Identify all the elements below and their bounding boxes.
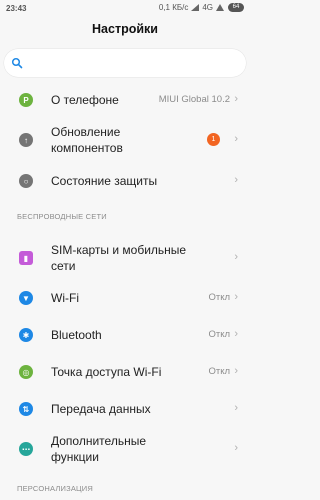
settings-item-label: Обновление компонентов <box>51 125 123 155</box>
settings-item-label: SIM-карты и мобильные сети <box>51 243 187 273</box>
settings-item-value: MIUI Global 10.2 <box>158 94 230 105</box>
network-type: 4G <box>202 3 213 12</box>
settings-item-label: Дополнительные функции <box>51 434 146 464</box>
settings-item-label: Состояние защиты <box>51 174 158 188</box>
chevron-right-icon: › <box>234 291 238 303</box>
status-indicators: 0,1 КБ/с 4G 64 <box>159 3 244 12</box>
settings-item-value: Откл <box>208 366 230 377</box>
page-title: Настройки <box>92 22 158 36</box>
section-header-personalization: ПЕРСОНАЛИЗАЦИЯ <box>17 484 93 493</box>
phone-info-icon: P <box>19 93 33 107</box>
section-header-wireless: БЕСПРОВОДНЫЕ СЕТИ <box>17 212 107 221</box>
settings-item-data-transfer[interactable]: ⇅ Передача данных › <box>0 395 250 423</box>
settings-item-label: Wi-Fi <box>51 291 79 305</box>
more-icon: ⋯ <box>19 442 33 456</box>
search-input[interactable] <box>4 49 246 77</box>
bluetooth-icon: ✱ <box>19 328 33 342</box>
settings-item-component-update[interactable]: ↑ Обновление компонентов 1 › <box>0 122 250 158</box>
shield-icon: ○ <box>19 174 33 188</box>
settings-item-additional-functions[interactable]: ⋯ Дополнительные функции › <box>0 431 250 467</box>
status-time: 23:43 <box>6 4 27 13</box>
settings-item-hotspot[interactable]: ◎ Точка доступа Wi-Fi Откл › <box>0 358 250 386</box>
chevron-right-icon: › <box>234 442 238 454</box>
battery-icon: 64 <box>228 3 244 12</box>
chevron-right-icon: › <box>234 251 238 263</box>
chevron-right-icon: › <box>234 328 238 340</box>
chevron-right-icon: › <box>234 133 238 145</box>
status-bar: 23:43 0,1 КБ/с 4G 64 <box>0 0 250 17</box>
settings-item-label: Точка доступа Wi-Fi <box>51 365 162 379</box>
network-speed: 0,1 КБ/с <box>158 3 189 12</box>
search-icon <box>11 57 23 69</box>
hotspot-icon: ◎ <box>19 365 33 379</box>
notification-badge: 1 <box>207 133 220 146</box>
settings-item-security-status[interactable]: ○ Состояние защиты › <box>0 167 250 195</box>
settings-item-wifi[interactable]: ▼ Wi-Fi Откл › <box>0 284 250 312</box>
wifi-icon: ▼ <box>19 291 33 305</box>
settings-item-label: Передача данных <box>51 402 151 416</box>
settings-item-value: Откл <box>208 329 230 340</box>
wifi-status-icon <box>216 4 225 11</box>
settings-item-label: Bluetooth <box>51 328 102 342</box>
data-transfer-icon: ⇅ <box>19 402 33 416</box>
settings-item-bluetooth[interactable]: ✱ Bluetooth Откл › <box>0 321 250 349</box>
settings-item-sim-cards[interactable]: ▮ SIM-карты и мобильные сети › <box>0 240 250 276</box>
sim-card-icon: ▮ <box>19 251 33 265</box>
chevron-right-icon: › <box>234 93 238 105</box>
settings-item-value: Откл <box>208 292 230 303</box>
settings-item-label: О телефоне <box>51 93 119 107</box>
chevron-right-icon: › <box>234 174 238 186</box>
settings-item-about-phone[interactable]: P О телефоне MIUI Global 10.2 › <box>0 86 250 114</box>
chevron-right-icon: › <box>234 402 238 414</box>
chevron-right-icon: › <box>234 365 238 377</box>
update-icon: ↑ <box>19 133 33 147</box>
signal-icon <box>191 4 200 11</box>
